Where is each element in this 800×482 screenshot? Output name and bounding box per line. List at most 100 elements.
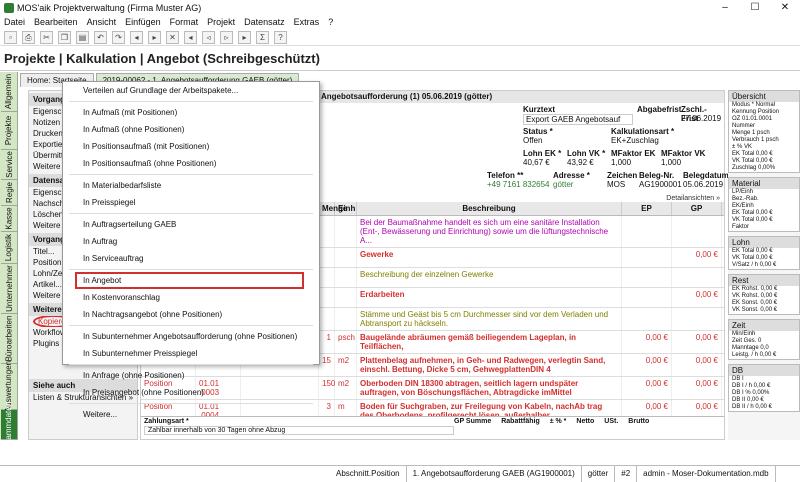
telefon-field[interactable]: +49 7161 832654 [487, 180, 550, 189]
menu-separator [69, 213, 313, 214]
menu-ansicht[interactable]: Ansicht [87, 17, 117, 27]
info-box-title[interactable]: Rest [729, 275, 799, 286]
menu-item-verteilen[interactable]: Verteilen auf Grundlage der Arbeitspaket… [63, 82, 319, 99]
menu-format[interactable]: Format [170, 17, 199, 27]
sum-icon[interactable]: Σ [256, 30, 269, 44]
menu-item-materialbedarfsliste[interactable]: In Materialbedarfsliste [63, 177, 319, 194]
cell-desc: Oberboden DIN 18300 abtragen, seitlich l… [357, 377, 622, 399]
status-database: admin - Moser-Dokumentation.mdb [637, 465, 776, 482]
menu-item-angebot[interactable]: In Angebot [75, 272, 304, 289]
menu-datei[interactable]: Datei [4, 17, 25, 27]
info-box-title[interactable]: Übersicht [729, 91, 799, 102]
copy-icon[interactable]: ❐ [58, 30, 71, 44]
cell-menge: 1 [319, 331, 335, 353]
menu-item-positionsaufmass-ohne[interactable]: In Positionsaufmaß (ohne Positionen) [63, 155, 319, 172]
menu-datensatz[interactable]: Datensatz [244, 17, 285, 27]
status-field[interactable]: Offen [523, 136, 542, 145]
record-first-icon[interactable]: ◂ [184, 30, 197, 44]
record-next-icon[interactable]: ▹ [220, 30, 233, 44]
info-box: Lohn EK Total 0,00 € VK Total 0,00 € V/Satz… [728, 236, 800, 270]
cell-gp: 0,00 € [672, 248, 722, 267]
menu-projekt[interactable]: Projekt [207, 17, 235, 27]
menu-item-positionsaufmass-mit[interactable]: In Positionsaufmaß (mit Positionen) [63, 138, 319, 155]
menu-item-auftragserteilung[interactable]: In Auftragserteilung GAEB [63, 216, 319, 233]
mfek-field[interactable]: 1,000 [611, 158, 631, 167]
record-last-icon[interactable]: ▸ [238, 30, 251, 44]
kalkart-field[interactable]: EK+Zuschlag [611, 136, 659, 145]
info-row: Modus * Normal [732, 102, 776, 108]
menu-item-serviceauftrag[interactable]: In Serviceauftrag [63, 250, 319, 267]
menu-item-aufmass-ohne[interactable]: In Aufmaß (ohne Positionen) [63, 121, 319, 138]
menu-item-sub-angebotsaufforderung[interactable]: In Subunternehmer Angebotsaufforderung (… [63, 328, 319, 345]
belegnr-field[interactable]: AG1900001 [639, 180, 682, 189]
tab-bueroarbeiten[interactable]: Büroarbeiten [1, 314, 17, 364]
tab-kasse[interactable]: Kasse [1, 206, 17, 232]
col-menge: Menge [319, 202, 347, 215]
menu-item-preisangebot[interactable]: In Preisangebot (ohne Positionen) [63, 384, 319, 401]
paste-icon[interactable]: ▤ [76, 30, 89, 44]
title-bar: MOS'aik Projektverwaltung (Firma Muster … [0, 0, 800, 15]
tab-logistik[interactable]: Logistik [1, 232, 17, 264]
undo-icon[interactable]: ↶ [94, 30, 107, 44]
menu-extras[interactable]: Extras [294, 17, 320, 27]
lohnek-field[interactable]: 40,67 € [523, 158, 550, 167]
minimize-button[interactable]: – [710, 0, 740, 15]
new-icon[interactable]: ▫ [4, 30, 17, 44]
menu-item-weitere[interactable]: Weitere... [63, 406, 319, 423]
menu-einfuegen[interactable]: Einfügen [125, 17, 161, 27]
info-box-title[interactable]: Zeit [729, 320, 799, 331]
tab-unternehmer[interactable]: Unternehmer [1, 264, 17, 314]
mfvk-field[interactable]: 1,000 [661, 158, 681, 167]
cell-menge [319, 248, 335, 267]
kurztext-field[interactable]: Export GAEB Angebotsauf [523, 114, 633, 125]
window-title: MOS'aik Projektverwaltung (Firma Muster … [17, 2, 202, 13]
menu-item-nachtragsangebot[interactable]: In Nachtragsangebot (ohne Positionen) [63, 306, 319, 323]
menu-bearbeiten[interactable]: Bearbeiten [34, 17, 78, 27]
info-box-title[interactable]: Lohn [729, 237, 799, 248]
label: Adresse * [553, 171, 590, 180]
info-box: Übersicht Modus * Normal Kennung Position O… [728, 90, 800, 173]
info-row: Menge 1 psch [732, 130, 770, 136]
tab-stammdaten[interactable]: Stammdaten [1, 402, 17, 447]
tab-service[interactable]: Service [1, 150, 17, 180]
info-box-title[interactable]: Material [729, 178, 799, 189]
zahlungsart-field[interactable]: Zahlbar innerhalb von 30 Tagen ohne Abzu… [144, 426, 454, 435]
tab-regie[interactable]: Regie [1, 180, 17, 206]
lohnvk-field[interactable]: 43,92 € [567, 158, 594, 167]
cell-gp [672, 216, 722, 247]
zuschlag-field[interactable]: 27.06.2019 [681, 114, 721, 123]
info-row: VK Rohst. 0,00 € [732, 293, 778, 299]
belegdat-field[interactable]: 05.06.2019 [683, 180, 723, 189]
record-prev-icon[interactable]: ◃ [202, 30, 215, 44]
cut-icon[interactable]: ✂ [40, 30, 53, 44]
menu-help[interactable]: ? [328, 17, 333, 27]
gp-summe-label: GP Summe [454, 418, 492, 425]
cell-desc: Beschreibung der einzelnen Gewerke [357, 268, 622, 287]
info-box-title[interactable]: DB [729, 365, 799, 376]
menu-item-preisspiegel[interactable]: In Preisspiegel [63, 194, 319, 211]
maximize-button[interactable]: ☐ [740, 0, 770, 15]
info-row: VK Total 0,00 € [732, 217, 773, 223]
tab-projekte[interactable]: Projekte [1, 112, 17, 150]
zeichen-field[interactable]: MOS [607, 180, 625, 189]
print-icon[interactable]: ⎙ [22, 30, 35, 44]
menu-item-auftrag[interactable]: In Auftrag [63, 233, 319, 250]
tab-allgemein[interactable]: Allgemein [1, 72, 17, 112]
tab-label: Stammdaten [4, 401, 14, 448]
menu-item-sub-preisspiegel[interactable]: In Subunternehmer Preisspiegel [63, 345, 319, 362]
adresse-field[interactable]: götter [553, 180, 573, 189]
info-row: Bez.-Rab. [732, 196, 759, 202]
close-doc-icon[interactable]: ✕ [166, 30, 179, 44]
menu-item-kostenvoranschlag[interactable]: In Kostenvoranschlag [63, 289, 319, 306]
forward-icon[interactable]: ▸ [148, 30, 161, 44]
menu-item-aufmass-mit[interactable]: In Aufmaß (mit Positionen) [63, 104, 319, 121]
tab-label: Allgemein [4, 73, 14, 110]
close-button[interactable]: ✕ [770, 0, 800, 15]
menu-item-anfrage[interactable]: In Anfrage (ohne Positionen) [63, 367, 319, 384]
cell-ep [622, 308, 672, 330]
menu-separator [69, 325, 313, 326]
redo-icon[interactable]: ↷ [112, 30, 125, 44]
help-icon[interactable]: ? [274, 30, 287, 44]
info-box: DB DB I DB I / h 0,00 € DB I % 0,00% DB II 0… [728, 364, 800, 412]
back-icon[interactable]: ◂ [130, 30, 143, 44]
